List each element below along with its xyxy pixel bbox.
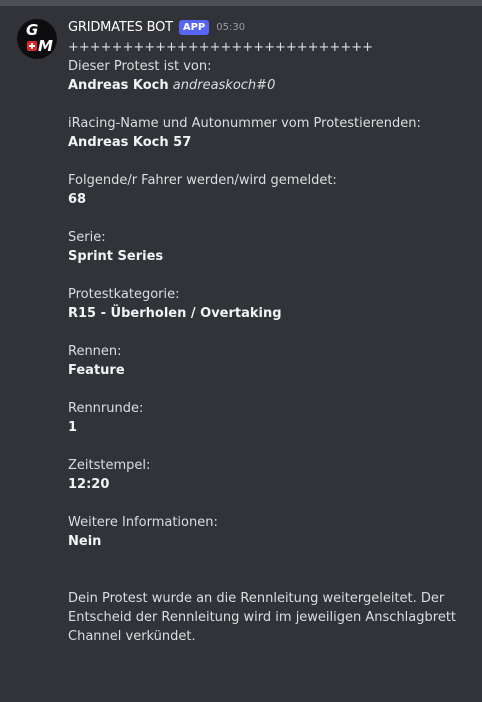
message-timestamp[interactable]: 05:30 <box>216 22 245 33</box>
lap-label: Rennrunde: <box>68 401 144 416</box>
drivers-value: 68 <box>68 192 87 207</box>
series-value: Sprint Series <box>68 249 164 264</box>
protester-line: Andreas Koch andreaskoch#0 <box>68 76 468 95</box>
race-value: Feature <box>68 363 125 378</box>
avatar-letter-m: M <box>38 37 53 55</box>
iracing-label: iRacing-Name und Autonummer vom Protesti… <box>68 116 421 131</box>
message-content: GRIDMATES BOT APP 05:30 ++++++++++++++++… <box>68 16 468 646</box>
protest-from-label: Dieser Protest ist von: <box>68 59 212 74</box>
timestamp-label: Zeitstempel: <box>68 458 151 473</box>
timestamp-value: 12:20 <box>68 477 110 492</box>
info-label: Weitere Informationen: <box>68 515 218 530</box>
message-header: GRIDMATES BOT APP 05:30 <box>68 16 468 38</box>
protester-name: Andreas Koch <box>68 78 169 93</box>
lap-value: 1 <box>68 420 78 435</box>
series-label: Serie: <box>68 230 106 245</box>
app-badge: APP <box>178 19 210 35</box>
avatar-letter-g: G <box>26 21 39 39</box>
iracing-value: Andreas Koch 57 <box>68 135 192 150</box>
footer-text: Dein Protest wurde an die Rennleitung we… <box>68 591 457 644</box>
category-label: Protestkategorie: <box>68 287 180 302</box>
info-value: Nein <box>68 534 102 549</box>
message-body: ++++++++++++++++++++++++++++ Dieser Prot… <box>68 38 468 646</box>
bot-username[interactable]: GRIDMATES BOT <box>68 20 173 35</box>
drivers-label: Folgende/r Fahrer werden/wird gemeldet: <box>68 173 337 188</box>
chat-message: G M GRIDMATES BOT APP 05:30 ++++++++++++… <box>0 6 482 702</box>
separator-line: ++++++++++++++++++++++++++++ <box>68 40 373 55</box>
protester-handle: andreaskoch#0 <box>172 78 276 93</box>
swiss-cross-icon <box>27 41 37 51</box>
bot-avatar[interactable]: G M <box>17 19 57 59</box>
race-label: Rennen: <box>68 344 122 359</box>
category-value: R15 - Überholen / Overtaking <box>68 306 282 321</box>
